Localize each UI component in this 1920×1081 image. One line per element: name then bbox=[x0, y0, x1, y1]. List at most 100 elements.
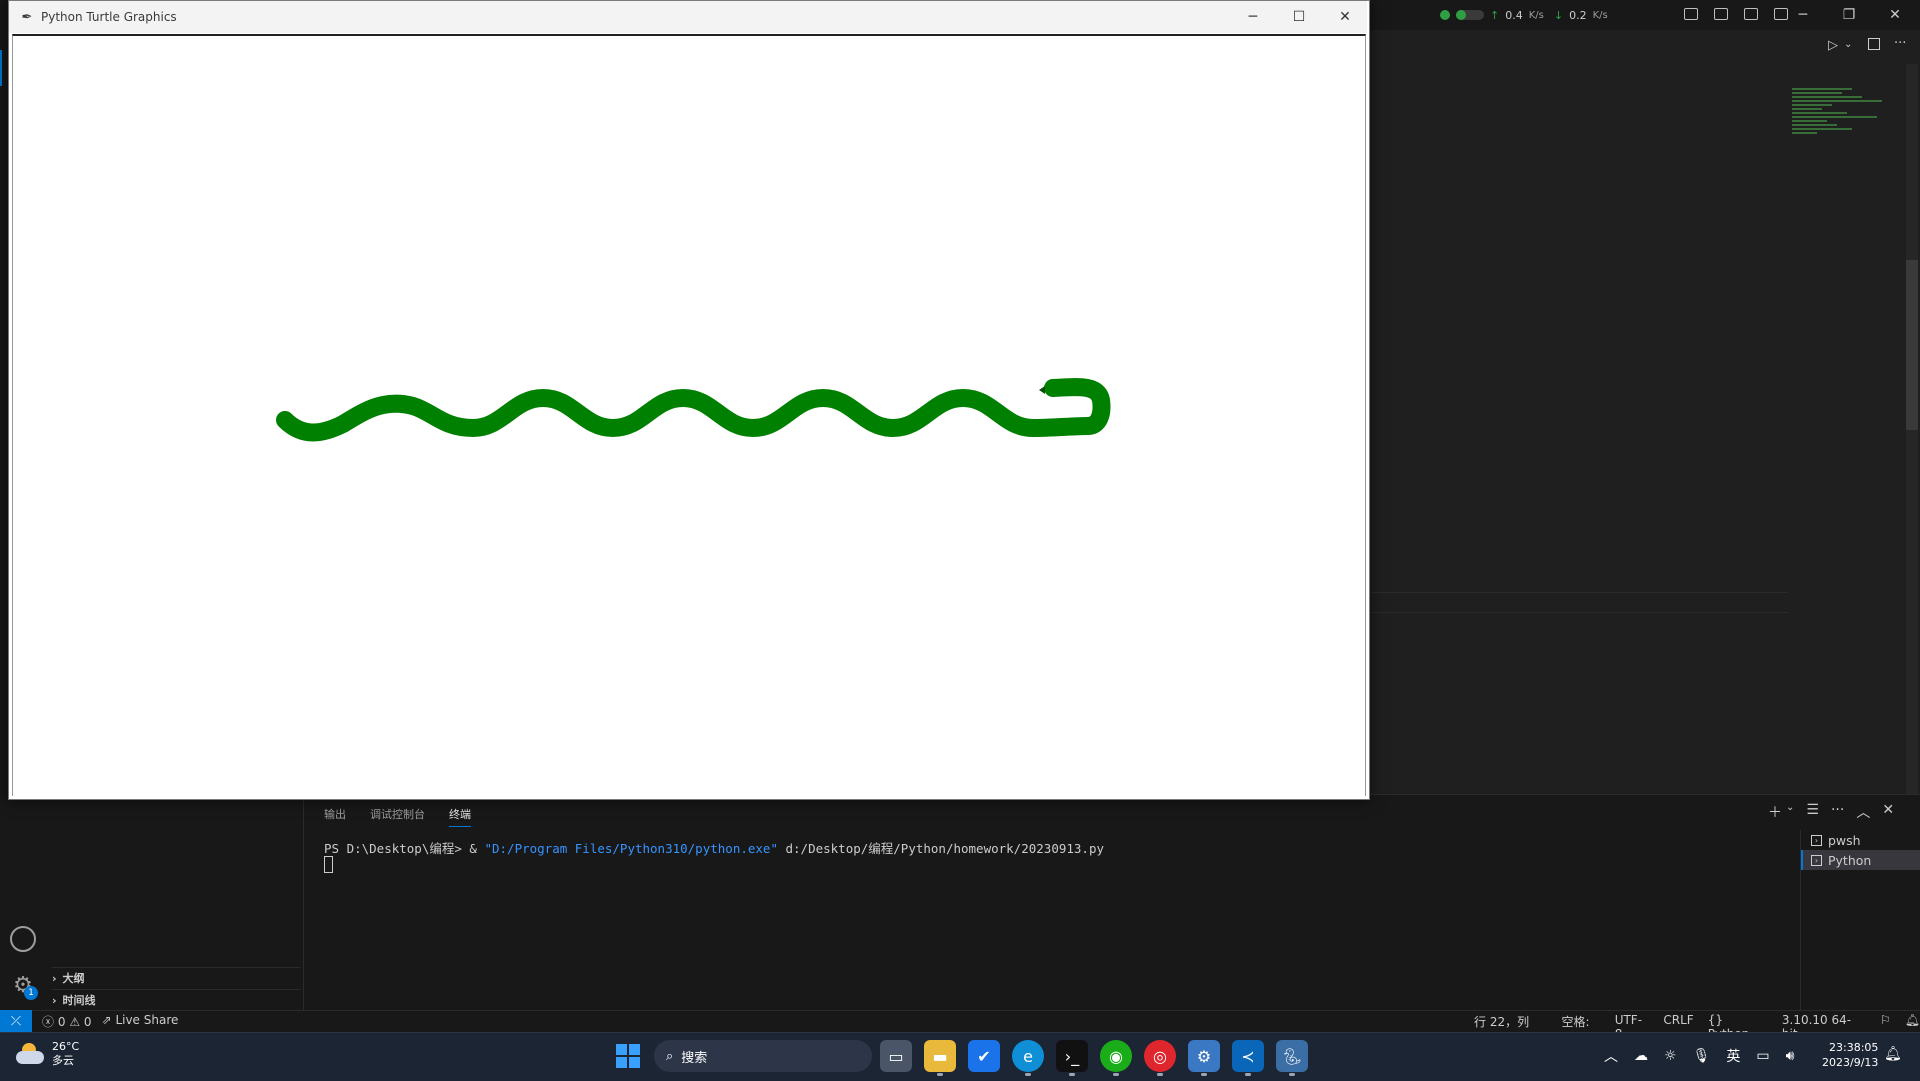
divider bbox=[1368, 592, 1788, 593]
terminal-item-python[interactable]: › Python bbox=[1801, 850, 1920, 870]
minimize-icon[interactable]: ─ bbox=[1780, 0, 1826, 30]
netease-music-icon[interactable]: ◎ bbox=[1144, 1040, 1176, 1076]
taskbar-search[interactable]: ⌕ 搜索 bbox=[654, 1040, 872, 1072]
settings-app-icon[interactable]: ⚙ bbox=[1188, 1040, 1220, 1076]
task-view-icon[interactable]: ▭ bbox=[880, 1040, 912, 1072]
sidebar-section-timeline[interactable]: › 时间线 bbox=[52, 989, 300, 1010]
settings-badge: 1 bbox=[24, 986, 38, 1000]
split-editor-icon[interactable] bbox=[1868, 38, 1880, 50]
editor-area bbox=[1368, 64, 1920, 794]
toggle-secondary-sidebar-icon[interactable] bbox=[1744, 8, 1758, 20]
ime-indicator[interactable]: 英 bbox=[1726, 1046, 1740, 1066]
close-icon[interactable]: ✕ bbox=[1872, 0, 1918, 30]
terminal-icon: › bbox=[1811, 834, 1822, 846]
feather-icon: ✒ bbox=[21, 9, 33, 25]
run-icon[interactable]: ▷ bbox=[1828, 38, 1838, 53]
search-placeholder: 搜索 bbox=[681, 1050, 708, 1066]
terminal-cursor bbox=[324, 856, 333, 873]
terminal-list-icon[interactable]: ☰ bbox=[1806, 802, 1819, 822]
maximize-panel-icon[interactable]: ︿ bbox=[1856, 802, 1870, 822]
onedrive-cloud-icon[interactable]: ☁ bbox=[1634, 1048, 1648, 1064]
more-actions-icon[interactable]: ··· bbox=[1894, 36, 1906, 51]
terminal-exe-path: "D:/Program Files/Python310/python.exe" bbox=[484, 841, 778, 856]
restore-icon[interactable]: ❐ bbox=[1826, 0, 1872, 30]
brightness-icon[interactable]: ☼ bbox=[1664, 1048, 1677, 1064]
python-app-icon[interactable]: 🐍︎ bbox=[1276, 1040, 1308, 1076]
close-panel-icon[interactable]: ✕ bbox=[1882, 802, 1894, 822]
scrollbar-thumb[interactable] bbox=[1906, 260, 1918, 430]
chevron-up-icon[interactable]: ︿ bbox=[1604, 1046, 1618, 1066]
warning-count: 0 bbox=[83, 1015, 92, 1029]
remote-indicator-icon[interactable]: ⤫ bbox=[0, 1010, 32, 1032]
terminal-item-label: pwsh bbox=[1828, 832, 1861, 848]
tab-debug-console[interactable]: 调试控制台 bbox=[370, 806, 425, 827]
notification-bell-icon[interactable]: 🔔︎ bbox=[1884, 1046, 1902, 1062]
volume-icon[interactable]: 🔊︎ bbox=[1786, 1048, 1795, 1064]
warning-icon: ⚠ bbox=[69, 1015, 81, 1029]
toggle-icon[interactable] bbox=[1456, 10, 1484, 20]
turtle-window-title: Python Turtle Graphics bbox=[41, 10, 177, 24]
upload-unit: K/s bbox=[1528, 9, 1544, 21]
taskbar-apps: ▭ ▬ ✔ e ›_ ◉ ◎ ⚙ ≺ 🐍︎ bbox=[880, 1040, 1308, 1076]
upload-arrow-icon: ↑ bbox=[1490, 8, 1500, 22]
toggle-sidebar-icon[interactable] bbox=[1684, 8, 1698, 20]
terminal-app-icon[interactable]: ›_ bbox=[1056, 1040, 1088, 1076]
problems-status[interactable]: ⓧ 0 ⚠ 0 bbox=[42, 1013, 92, 1030]
active-indicator bbox=[0, 50, 2, 86]
live-share-icon: ⇗ bbox=[101, 1013, 112, 1027]
sidebar-section-label: 大纲 bbox=[62, 972, 85, 985]
edge-browser-icon[interactable]: e bbox=[1012, 1040, 1044, 1076]
new-terminal-icon[interactable]: ＋ bbox=[1768, 802, 1782, 822]
close-icon[interactable]: ✕ bbox=[1322, 1, 1368, 33]
chevron-down-icon[interactable]: ⌄ bbox=[1786, 802, 1794, 822]
network-monitor: ↑ 0.4 K/s ↓ 0.2 K/s bbox=[1440, 4, 1612, 26]
error-icon: ⓧ bbox=[42, 1015, 55, 1029]
terminal-item-label: Python bbox=[1828, 852, 1872, 868]
live-share-button[interactable]: ⇗ Live Share bbox=[102, 1013, 179, 1030]
clock-date: 2023/9/13 bbox=[1822, 1056, 1879, 1069]
account-icon[interactable] bbox=[10, 926, 36, 952]
editor-toolbar: ▷ ⌄ ··· bbox=[1368, 30, 1920, 65]
download-speed: 0.2 bbox=[1569, 8, 1587, 22]
turtle-cursor-icon bbox=[1039, 386, 1045, 394]
clock[interactable]: 23:38:05 2023/9/13 bbox=[1822, 1040, 1878, 1070]
braces-icon: {} bbox=[1707, 1013, 1723, 1027]
tab-terminal[interactable]: 终端 bbox=[449, 806, 471, 827]
upload-speed: 0.4 bbox=[1505, 8, 1523, 22]
maximize-icon[interactable]: ☐ bbox=[1276, 1, 1322, 33]
sidebar-section-label: 时间线 bbox=[62, 994, 96, 1007]
turtle-window-controls: ─ ☐ ✕ bbox=[1230, 1, 1368, 33]
todo-check-icon[interactable]: ✔ bbox=[968, 1040, 1000, 1072]
download-arrow-icon: ↓ bbox=[1553, 8, 1564, 22]
tab-output[interactable]: 输出 bbox=[324, 806, 346, 827]
clock-time: 23:38:05 bbox=[1829, 1041, 1879, 1054]
terminal-item-pwsh[interactable]: › pwsh bbox=[1801, 830, 1920, 850]
minimap[interactable] bbox=[1792, 86, 1892, 146]
file-explorer-icon[interactable]: ▬ bbox=[924, 1040, 956, 1076]
error-count: 0 bbox=[57, 1015, 66, 1029]
terminal-output[interactable]: PS D:\Desktop\编程> & "D:/Program Files/Py… bbox=[324, 838, 1104, 857]
wechat-icon[interactable]: ◉ bbox=[1100, 1040, 1132, 1076]
search-icon: ⌕ bbox=[666, 1048, 674, 1064]
chevron-down-icon[interactable]: ⌄ bbox=[1844, 39, 1852, 50]
microphone-icon[interactable]: 🎙︎ bbox=[1693, 1048, 1711, 1064]
network-icon[interactable]: ▭ bbox=[1756, 1048, 1769, 1064]
vscode-app-icon[interactable]: ≺ bbox=[1232, 1040, 1264, 1076]
system-tray: ︿ ☁ ☼ 🎙︎ 英 ▭ 🔊︎ bbox=[1604, 1040, 1794, 1072]
more-actions-icon[interactable]: ··· bbox=[1831, 802, 1844, 822]
weather-widget[interactable]: 26°C 多云 bbox=[16, 1040, 79, 1068]
turtle-titlebar[interactable]: ✒ Python Turtle Graphics bbox=[9, 1, 1367, 33]
weather-cloud-sun-icon bbox=[16, 1043, 44, 1065]
toggle-panel-icon[interactable] bbox=[1714, 8, 1728, 20]
vscode-window-controls: ─ ❐ ✕ bbox=[1780, 0, 1918, 30]
start-windows-icon[interactable] bbox=[616, 1044, 640, 1068]
turtle-drawing bbox=[276, 378, 1111, 442]
terminal-icon: › bbox=[1811, 854, 1822, 866]
turtle-canvas[interactable] bbox=[12, 34, 1366, 796]
sidebar-section-outline[interactable]: › 大纲 bbox=[52, 967, 300, 988]
panel-actions: ＋ ⌄ ☰ ··· ︿ ✕ bbox=[1768, 802, 1894, 822]
layout-controls bbox=[1680, 4, 1792, 24]
minimize-icon[interactable]: ─ bbox=[1230, 1, 1276, 33]
live-share-label: Live Share bbox=[115, 1013, 179, 1027]
terminal-prompt: PS D:\Desktop\编程> & bbox=[324, 841, 485, 856]
